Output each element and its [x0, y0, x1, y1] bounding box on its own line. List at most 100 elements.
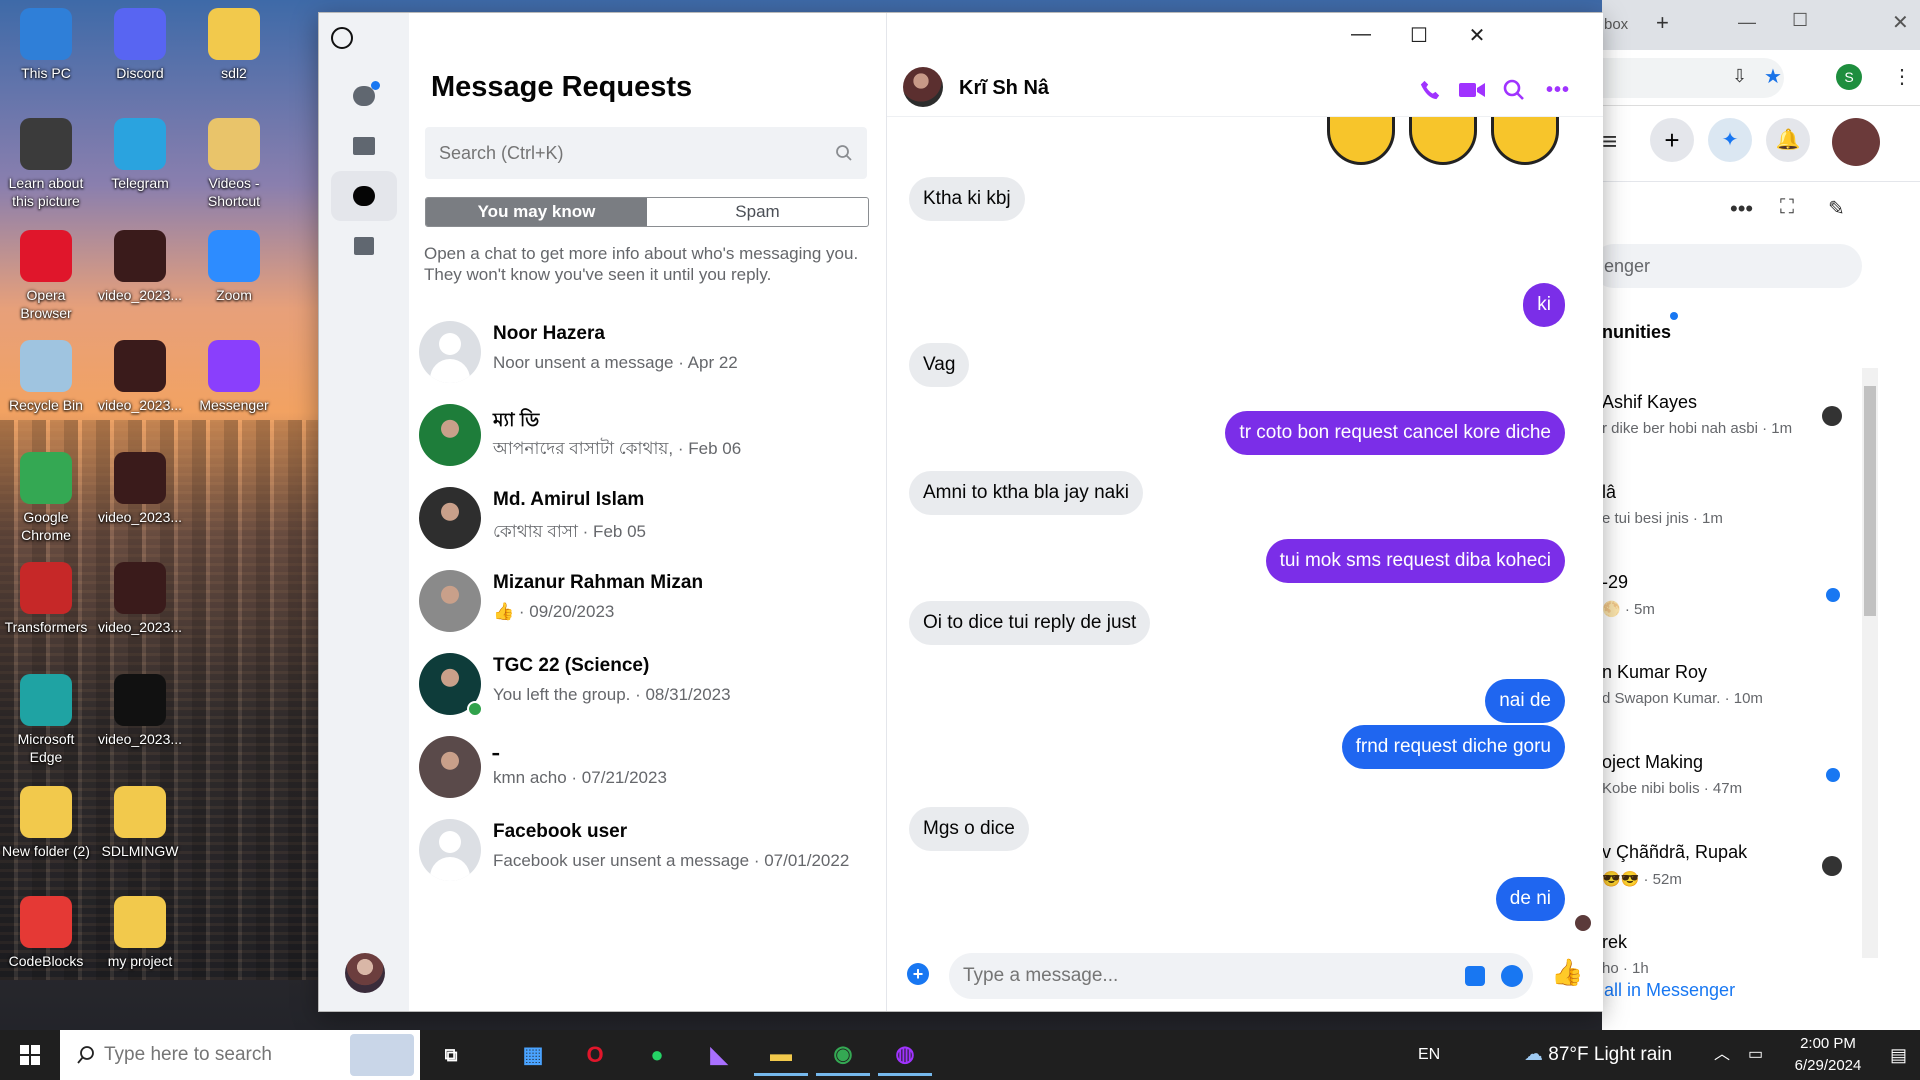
scrollbar[interactable] — [1862, 368, 1878, 958]
network-icon[interactable]: ▭ — [1748, 1030, 1763, 1080]
desktop-shortcut[interactable]: video_2023... — [94, 674, 186, 748]
sticker-icon[interactable] — [1465, 966, 1485, 986]
clock[interactable]: 2:00 PM 6/29/2024 — [1776, 1033, 1880, 1077]
desktop-shortcut[interactable]: This PC — [0, 8, 92, 82]
tab-you-may-know[interactable]: You may know — [426, 198, 647, 226]
store-icon[interactable]: ▦ — [506, 1034, 560, 1076]
incoming-message[interactable]: Ktha ki kbj — [909, 177, 1025, 221]
desktop-shortcut[interactable]: sdl2 — [188, 8, 280, 82]
peer-name[interactable]: Krĩ Sh Nâ — [959, 77, 1049, 100]
incoming-message[interactable]: Vag — [909, 343, 970, 387]
maximize-button[interactable]: ☐ — [1395, 23, 1443, 48]
desktop-shortcut[interactable]: Messenger — [188, 340, 280, 414]
outgoing-message[interactable]: tr coto bon request cancel kore diche — [1225, 411, 1565, 455]
search-conversation-button[interactable] — [1499, 75, 1529, 105]
message-input[interactable] — [949, 953, 1449, 999]
desktop-shortcut[interactable]: CodeBlocks — [0, 896, 92, 970]
chat-list-item[interactable]: n Kumar Roy d Swapon Kumar. · 10m — [1602, 648, 1902, 718]
tab-spam[interactable]: Spam — [647, 198, 868, 226]
video-call-button[interactable] — [1457, 75, 1487, 105]
maximize-icon[interactable]: ☐ — [1792, 10, 1808, 31]
request-list-item[interactable]: TGC 22 (Science) You left the group. · 08… — [409, 645, 887, 727]
section-label[interactable]: nunities — [1602, 322, 1671, 343]
desktop-shortcut[interactable]: video_2023... — [94, 340, 186, 414]
desktop-shortcut[interactable]: video_2023... — [94, 230, 186, 304]
emoji-icon[interactable] — [1501, 965, 1523, 987]
incoming-message[interactable]: Oi to dice tui reply de just — [909, 601, 1151, 645]
see-all-link[interactable]: all in Messenger — [1604, 980, 1735, 1001]
desktop-shortcut[interactable]: Recycle Bin — [0, 340, 92, 414]
message-requests-nav-item[interactable] — [331, 171, 397, 221]
close-button[interactable]: ✕ — [1453, 23, 1501, 48]
notifications-bell-icon[interactable]: 🔔 — [1766, 118, 1810, 162]
messenger-icon[interactable]: ✦ — [1708, 118, 1752, 162]
menu-icon[interactable]: ≡ — [1602, 126, 1617, 157]
profile-avatar[interactable] — [345, 953, 385, 993]
desktop-shortcut[interactable]: New folder (2) — [0, 786, 92, 860]
desktop-shortcut[interactable]: Google Chrome — [0, 452, 92, 544]
outgoing-message[interactable]: tui mok sms request diba koheci — [1265, 539, 1565, 583]
account-avatar[interactable] — [1832, 118, 1880, 166]
outgoing-message[interactable]: nai de — [1485, 679, 1565, 723]
chat-list-item[interactable]: v Çhãñdrã, Rupak 😎😎 · 52m — [1602, 828, 1902, 898]
file-explorer-icon[interactable]: ▬ — [754, 1034, 808, 1076]
desktop-shortcut[interactable]: Telegram — [94, 118, 186, 192]
language-indicator[interactable]: EN — [1418, 1030, 1440, 1080]
chat-list-item[interactable]: rek ho · 1h — [1602, 918, 1902, 988]
voice-call-button[interactable] — [1415, 75, 1445, 105]
like-thumbs-up-icon[interactable]: 👍 — [1551, 957, 1583, 988]
outgoing-message[interactable]: de ni — [1495, 877, 1565, 921]
chats-nav-item[interactable] — [331, 71, 397, 121]
more-actions-plus-icon[interactable]: + — [907, 963, 929, 985]
taskbar-search-input[interactable] — [104, 1030, 364, 1080]
minimize-icon[interactable]: — — [1738, 12, 1756, 33]
desktop-shortcut[interactable]: Microsoft Edge — [0, 674, 92, 766]
more-options-icon[interactable]: ••• — [1730, 196, 1753, 222]
desktop-shortcut[interactable]: SDLMINGW — [94, 786, 186, 860]
minimize-button[interactable]: — — [1337, 23, 1385, 46]
marketplace-nav-item[interactable] — [331, 121, 397, 171]
expand-icon[interactable]: ⛶ — [1780, 196, 1794, 219]
outgoing-message[interactable]: frnd request diche goru — [1341, 725, 1565, 769]
opera-icon[interactable]: O — [568, 1034, 622, 1076]
request-list-item[interactable]: Md. Amirul Islam কোথায় বাসা · Feb 05 — [409, 479, 887, 561]
bookmark-star-icon[interactable]: ★ — [1764, 64, 1782, 89]
desktop-shortcut[interactable]: my project — [94, 896, 186, 970]
request-list-item[interactable]: ـ kmn acho · 07/21/2023 — [409, 728, 887, 810]
profile-avatar[interactable]: S — [1836, 64, 1862, 90]
install-icon[interactable]: ⇩ — [1732, 66, 1747, 87]
tray-chevron-icon[interactable]: ︿ — [1714, 1030, 1730, 1080]
compose-icon[interactable]: ✎ — [1828, 196, 1845, 221]
incoming-message[interactable]: Amni to ktha bla jay naki — [909, 471, 1143, 515]
request-list-item[interactable]: Noor Hazera Noor unsent a message · Apr 2… — [409, 313, 887, 395]
create-button[interactable]: + — [1650, 118, 1694, 162]
chat-list-item[interactable]: lâ e tui besi jnis · 1m — [1602, 468, 1902, 538]
chat-list-item[interactable]: -29 🌕 · 5m — [1602, 558, 1902, 628]
peer-avatar[interactable] — [903, 67, 943, 107]
outgoing-message[interactable]: ki — [1523, 283, 1565, 327]
desktop-shortcut[interactable]: Opera Browser — [0, 230, 92, 322]
chat-list-item[interactable]: Ashif Kayes r dike ber hobi nah asbi · 1m — [1602, 378, 1902, 448]
start-button[interactable] — [0, 1030, 60, 1080]
desktop-shortcut[interactable]: Zoom — [188, 230, 280, 304]
archive-nav-item[interactable] — [331, 221, 397, 271]
chats-search-input[interactable]: enger — [1592, 244, 1862, 288]
weather-widget[interactable]: ☁ 87°F Light rain — [1524, 1030, 1672, 1080]
search-input[interactable] — [425, 127, 825, 179]
desktop-shortcut[interactable]: video_2023... — [94, 562, 186, 636]
incoming-message[interactable]: Mgs o dice — [909, 807, 1029, 851]
desktop-shortcut[interactable]: Transformers — [0, 562, 92, 636]
desktop-shortcut[interactable]: video_2023... — [94, 452, 186, 526]
chat-list-item[interactable]: oject Making Kobe nibi bolis · 47m — [1602, 738, 1902, 808]
browser-menu-icon[interactable]: ⋮ — [1892, 64, 1912, 89]
request-list-item[interactable]: Mizanur Rahman Mizan 👍 · 09/20/2023 — [409, 562, 887, 644]
desktop-shortcut[interactable]: Discord — [94, 8, 186, 82]
task-view-icon[interactable]: ⧉ — [424, 1034, 478, 1076]
browser-tab-title[interactable]: box — [1604, 16, 1628, 33]
whatsapp-icon[interactable]: ● — [630, 1034, 684, 1076]
messenger-taskbar-icon[interactable]: ◍ — [878, 1034, 932, 1076]
more-options-button[interactable]: ••• — [1543, 75, 1573, 105]
new-tab-button[interactable]: + — [1656, 10, 1669, 36]
close-icon[interactable]: ✕ — [1892, 10, 1909, 35]
chrome-icon[interactable]: ◉ — [816, 1034, 870, 1076]
